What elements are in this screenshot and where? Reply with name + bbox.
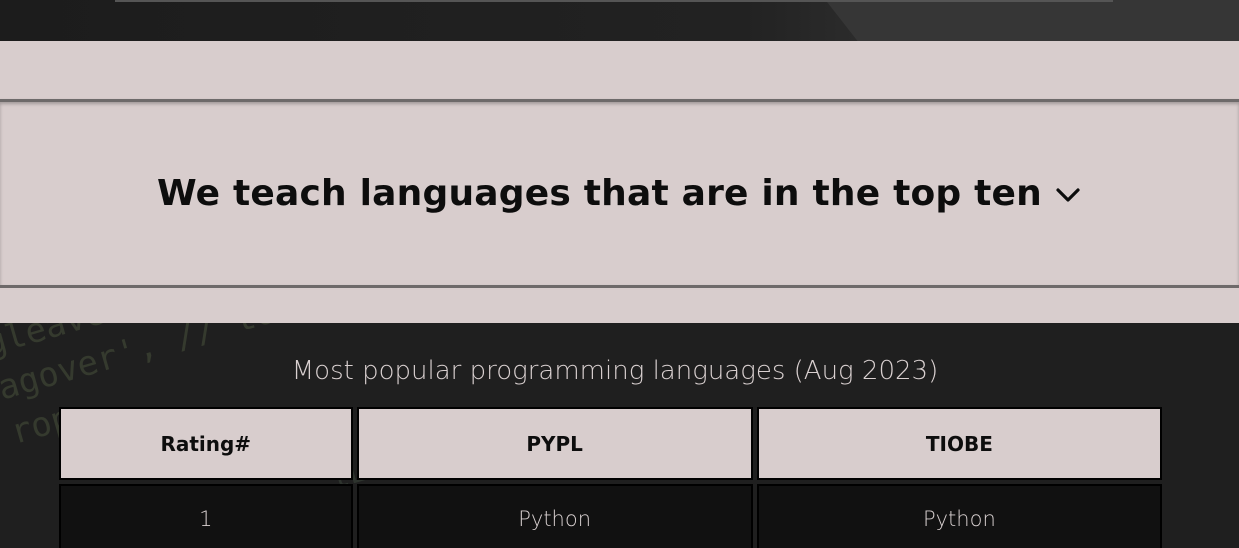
table-cell-pypl: Python — [356, 484, 753, 548]
accordion-title: We teach languages that are in the top t… — [157, 173, 1042, 214]
column-header-pypl: PYPL — [356, 407, 753, 480]
table-caption: Most popular programming languages (Aug … — [291, 356, 939, 386]
banner-divider — [115, 0, 1113, 2]
chevron-down-icon[interactable] — [1054, 184, 1082, 204]
table-cell-rating: 1 — [59, 484, 353, 548]
languages-table: Rating# PYPL TIOBE 1 Python Python — [55, 403, 1166, 548]
table-header-row: Rating# PYPL TIOBE — [59, 407, 1162, 480]
column-header-tiobe: TIOBE — [756, 407, 1162, 480]
accordion-header[interactable]: We teach languages that are in the top t… — [0, 99, 1239, 288]
top-banner — [0, 0, 1239, 41]
column-header-rating: Rating# — [59, 407, 353, 480]
panel-top-strip — [0, 41, 1239, 99]
panel-bottom-strip — [0, 288, 1239, 323]
table-row: 1 Python Python — [59, 484, 1162, 548]
banner-decoration — [817, 0, 1239, 41]
table-cell-tiobe: Python — [756, 484, 1162, 548]
languages-section: gleave', agover', // to al rop ach(e => … — [0, 323, 1239, 548]
